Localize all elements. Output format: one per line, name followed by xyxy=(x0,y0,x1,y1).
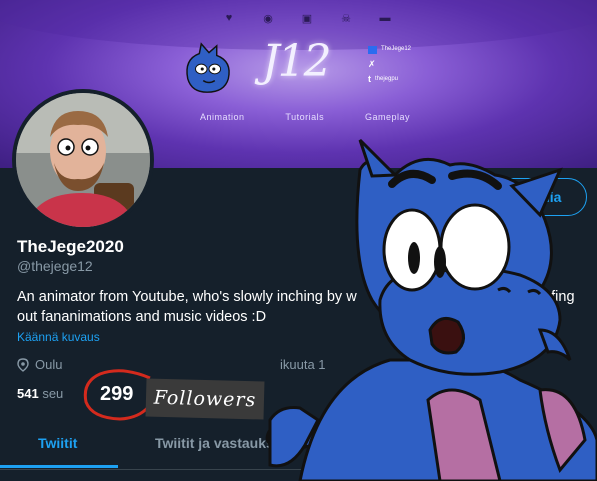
followers-label[interactable]: Followers xyxy=(145,378,265,420)
social-youtube: TheJege12 xyxy=(368,42,411,57)
avatar[interactable] xyxy=(12,89,154,231)
profile-location: Oulu xyxy=(17,357,62,372)
social-twitter: ✗ xyxy=(368,57,411,72)
location-text: Oulu xyxy=(35,357,63,372)
banner-nav-animation: Animation xyxy=(200,112,245,122)
heart-icon: ♥ xyxy=(225,12,233,24)
profile-name: TheJege2020 xyxy=(17,237,124,256)
profile-handle: @thejege12 xyxy=(17,258,93,274)
skull-icon: ☠ xyxy=(341,13,351,25)
twitter-icon: ✗ xyxy=(368,59,376,69)
social-label: thejegpu xyxy=(375,76,399,82)
discord-icon: ▣ xyxy=(301,13,313,25)
bio-line-1-end: oofing xyxy=(535,289,575,305)
active-tab-indicator xyxy=(0,465,118,468)
followers-count[interactable]: 299 xyxy=(100,383,133,406)
location-pin-icon xyxy=(17,357,29,372)
social-tumblr: t thejegpu xyxy=(368,72,411,87)
tumblr-icon: t xyxy=(368,74,371,84)
bio-line-2: out fananimations and music videos :D xyxy=(17,309,267,325)
banner-logo: J12 xyxy=(262,36,332,87)
banner-socials: TheJege12 ✗ t thejegpu xyxy=(368,42,411,87)
banner-nav-gameplay: Gameplay xyxy=(364,112,410,122)
following-count: 541 xyxy=(17,386,39,401)
profile-joined-date: ikuuta 1 xyxy=(280,357,326,372)
bio-line-1: An animator from Youtube, who's slowly i… xyxy=(17,289,357,305)
mascot-icon xyxy=(186,42,230,93)
banner-nav-tutorials: Tutorials xyxy=(285,112,325,122)
profile-tabs: Twiitit Twiitit ja vastaukset Media xyxy=(0,420,597,470)
tab-tweets[interactable]: Twiitit xyxy=(38,435,77,451)
profile-page: ♥ ◉ ▣ ☠ ▬ J12 TheJege12 ✗ t thejegpu Anim… xyxy=(0,0,597,481)
translate-bio-link[interactable]: Käännä kuvaus xyxy=(17,330,100,344)
avatar-photo xyxy=(16,93,150,227)
doom-icon: ▬ xyxy=(379,12,391,24)
youtube-icon xyxy=(368,45,377,54)
banner-nav: Animation Tutorials Gameplay xyxy=(200,112,410,122)
edit-profile-button[interactable]: na profiilia xyxy=(465,178,587,216)
tab-media[interactable]: Media xyxy=(370,435,410,451)
social-label: TheJege12 xyxy=(381,46,412,52)
steam-icon: ◉ xyxy=(263,13,273,25)
following-label: seu xyxy=(42,386,64,401)
following-link[interactable]: 541 seu xyxy=(17,386,63,401)
banner-icon-row: ♥ ◉ ▣ ☠ ▬ xyxy=(222,12,392,25)
tab-tweets-replies[interactable]: Twiitit ja vastaukset xyxy=(155,435,286,451)
